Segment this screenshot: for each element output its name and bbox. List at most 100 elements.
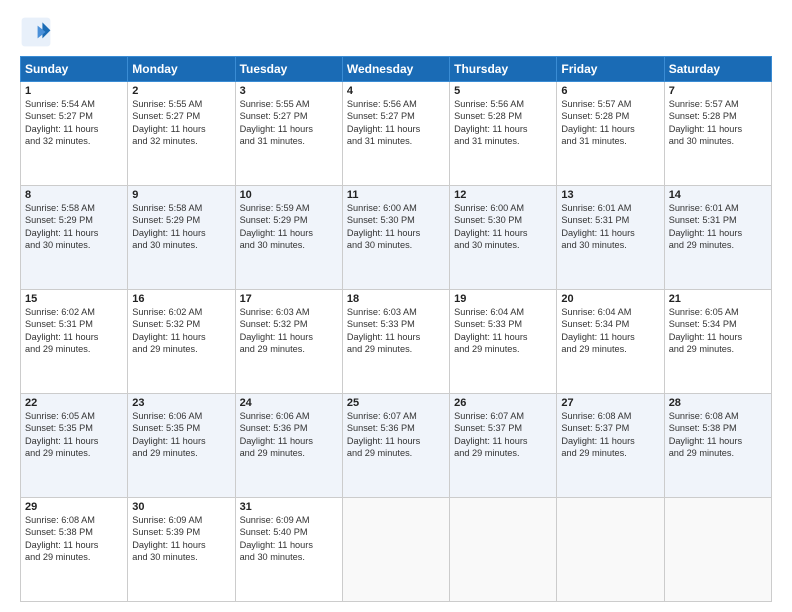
day-info: Sunrise: 6:08 AM Sunset: 5:38 PM Dayligh… <box>25 514 123 564</box>
day-number: 21 <box>669 293 767 305</box>
day-number: 4 <box>347 85 445 97</box>
table-row: 3Sunrise: 5:55 AM Sunset: 5:27 PM Daylig… <box>235 82 342 186</box>
day-number: 12 <box>454 189 552 201</box>
day-number: 14 <box>669 189 767 201</box>
day-number: 8 <box>25 189 123 201</box>
day-info: Sunrise: 6:01 AM Sunset: 5:31 PM Dayligh… <box>561 202 659 252</box>
day-info: Sunrise: 5:59 AM Sunset: 5:29 PM Dayligh… <box>240 202 338 252</box>
day-info: Sunrise: 5:57 AM Sunset: 5:28 PM Dayligh… <box>561 98 659 148</box>
day-info: Sunrise: 6:01 AM Sunset: 5:31 PM Dayligh… <box>669 202 767 252</box>
day-info: Sunrise: 6:05 AM Sunset: 5:34 PM Dayligh… <box>669 306 767 356</box>
day-info: Sunrise: 6:07 AM Sunset: 5:36 PM Dayligh… <box>347 410 445 460</box>
day-number: 26 <box>454 397 552 409</box>
table-row: 17Sunrise: 6:03 AM Sunset: 5:32 PM Dayli… <box>235 290 342 394</box>
day-number: 2 <box>132 85 230 97</box>
header <box>20 16 772 48</box>
day-number: 7 <box>669 85 767 97</box>
table-row: 27Sunrise: 6:08 AM Sunset: 5:37 PM Dayli… <box>557 394 664 498</box>
table-row: 8Sunrise: 5:58 AM Sunset: 5:29 PM Daylig… <box>21 186 128 290</box>
day-number: 13 <box>561 189 659 201</box>
week-row-1: 1Sunrise: 5:54 AM Sunset: 5:27 PM Daylig… <box>21 82 772 186</box>
table-row: 2Sunrise: 5:55 AM Sunset: 5:27 PM Daylig… <box>128 82 235 186</box>
table-row: 6Sunrise: 5:57 AM Sunset: 5:28 PM Daylig… <box>557 82 664 186</box>
day-number: 17 <box>240 293 338 305</box>
day-info: Sunrise: 6:03 AM Sunset: 5:32 PM Dayligh… <box>240 306 338 356</box>
day-info: Sunrise: 5:55 AM Sunset: 5:27 PM Dayligh… <box>240 98 338 148</box>
table-row: 23Sunrise: 6:06 AM Sunset: 5:35 PM Dayli… <box>128 394 235 498</box>
day-info: Sunrise: 6:00 AM Sunset: 5:30 PM Dayligh… <box>454 202 552 252</box>
day-info: Sunrise: 6:06 AM Sunset: 5:35 PM Dayligh… <box>132 410 230 460</box>
calendar-header: Sunday Monday Tuesday Wednesday Thursday… <box>21 57 772 82</box>
day-number: 11 <box>347 189 445 201</box>
day-number: 9 <box>132 189 230 201</box>
day-number: 1 <box>25 85 123 97</box>
header-row: Sunday Monday Tuesday Wednesday Thursday… <box>21 57 772 82</box>
day-number: 19 <box>454 293 552 305</box>
col-tuesday: Tuesday <box>235 57 342 82</box>
col-monday: Monday <box>128 57 235 82</box>
table-row: 7Sunrise: 5:57 AM Sunset: 5:28 PM Daylig… <box>664 82 771 186</box>
table-row <box>664 498 771 602</box>
table-row: 31Sunrise: 6:09 AM Sunset: 5:40 PM Dayli… <box>235 498 342 602</box>
table-row: 29Sunrise: 6:08 AM Sunset: 5:38 PM Dayli… <box>21 498 128 602</box>
day-info: Sunrise: 5:58 AM Sunset: 5:29 PM Dayligh… <box>25 202 123 252</box>
table-row: 10Sunrise: 5:59 AM Sunset: 5:29 PM Dayli… <box>235 186 342 290</box>
day-info: Sunrise: 6:06 AM Sunset: 5:36 PM Dayligh… <box>240 410 338 460</box>
table-row: 15Sunrise: 6:02 AM Sunset: 5:31 PM Dayli… <box>21 290 128 394</box>
day-number: 28 <box>669 397 767 409</box>
table-row: 30Sunrise: 6:09 AM Sunset: 5:39 PM Dayli… <box>128 498 235 602</box>
day-number: 29 <box>25 501 123 513</box>
day-number: 3 <box>240 85 338 97</box>
week-row-2: 8Sunrise: 5:58 AM Sunset: 5:29 PM Daylig… <box>21 186 772 290</box>
day-number: 16 <box>132 293 230 305</box>
day-number: 15 <box>25 293 123 305</box>
day-info: Sunrise: 6:02 AM Sunset: 5:32 PM Dayligh… <box>132 306 230 356</box>
day-number: 5 <box>454 85 552 97</box>
day-info: Sunrise: 6:00 AM Sunset: 5:30 PM Dayligh… <box>347 202 445 252</box>
day-info: Sunrise: 6:02 AM Sunset: 5:31 PM Dayligh… <box>25 306 123 356</box>
page: Sunday Monday Tuesday Wednesday Thursday… <box>0 0 792 612</box>
day-info: Sunrise: 6:09 AM Sunset: 5:39 PM Dayligh… <box>132 514 230 564</box>
table-row: 26Sunrise: 6:07 AM Sunset: 5:37 PM Dayli… <box>450 394 557 498</box>
table-row <box>450 498 557 602</box>
day-number: 10 <box>240 189 338 201</box>
table-row: 22Sunrise: 6:05 AM Sunset: 5:35 PM Dayli… <box>21 394 128 498</box>
day-info: Sunrise: 6:04 AM Sunset: 5:34 PM Dayligh… <box>561 306 659 356</box>
day-info: Sunrise: 5:56 AM Sunset: 5:27 PM Dayligh… <box>347 98 445 148</box>
day-info: Sunrise: 5:54 AM Sunset: 5:27 PM Dayligh… <box>25 98 123 148</box>
day-info: Sunrise: 5:57 AM Sunset: 5:28 PM Dayligh… <box>669 98 767 148</box>
table-row: 5Sunrise: 5:56 AM Sunset: 5:28 PM Daylig… <box>450 82 557 186</box>
table-row: 13Sunrise: 6:01 AM Sunset: 5:31 PM Dayli… <box>557 186 664 290</box>
table-row: 14Sunrise: 6:01 AM Sunset: 5:31 PM Dayli… <box>664 186 771 290</box>
day-info: Sunrise: 5:55 AM Sunset: 5:27 PM Dayligh… <box>132 98 230 148</box>
day-info: Sunrise: 5:56 AM Sunset: 5:28 PM Dayligh… <box>454 98 552 148</box>
table-row <box>342 498 449 602</box>
logo <box>20 16 56 48</box>
day-info: Sunrise: 6:07 AM Sunset: 5:37 PM Dayligh… <box>454 410 552 460</box>
day-number: 31 <box>240 501 338 513</box>
table-row: 1Sunrise: 5:54 AM Sunset: 5:27 PM Daylig… <box>21 82 128 186</box>
logo-icon <box>20 16 52 48</box>
col-saturday: Saturday <box>664 57 771 82</box>
day-number: 24 <box>240 397 338 409</box>
day-number: 18 <box>347 293 445 305</box>
day-number: 22 <box>25 397 123 409</box>
table-row <box>557 498 664 602</box>
col-friday: Friday <box>557 57 664 82</box>
day-info: Sunrise: 6:09 AM Sunset: 5:40 PM Dayligh… <box>240 514 338 564</box>
table-row: 24Sunrise: 6:06 AM Sunset: 5:36 PM Dayli… <box>235 394 342 498</box>
table-row: 25Sunrise: 6:07 AM Sunset: 5:36 PM Dayli… <box>342 394 449 498</box>
table-row: 20Sunrise: 6:04 AM Sunset: 5:34 PM Dayli… <box>557 290 664 394</box>
table-row: 28Sunrise: 6:08 AM Sunset: 5:38 PM Dayli… <box>664 394 771 498</box>
day-info: Sunrise: 6:04 AM Sunset: 5:33 PM Dayligh… <box>454 306 552 356</box>
day-number: 23 <box>132 397 230 409</box>
week-row-5: 29Sunrise: 6:08 AM Sunset: 5:38 PM Dayli… <box>21 498 772 602</box>
day-info: Sunrise: 5:58 AM Sunset: 5:29 PM Dayligh… <box>132 202 230 252</box>
day-number: 30 <box>132 501 230 513</box>
calendar-body: 1Sunrise: 5:54 AM Sunset: 5:27 PM Daylig… <box>21 82 772 602</box>
day-number: 20 <box>561 293 659 305</box>
calendar-table: Sunday Monday Tuesday Wednesday Thursday… <box>20 56 772 602</box>
week-row-4: 22Sunrise: 6:05 AM Sunset: 5:35 PM Dayli… <box>21 394 772 498</box>
col-wednesday: Wednesday <box>342 57 449 82</box>
day-number: 27 <box>561 397 659 409</box>
